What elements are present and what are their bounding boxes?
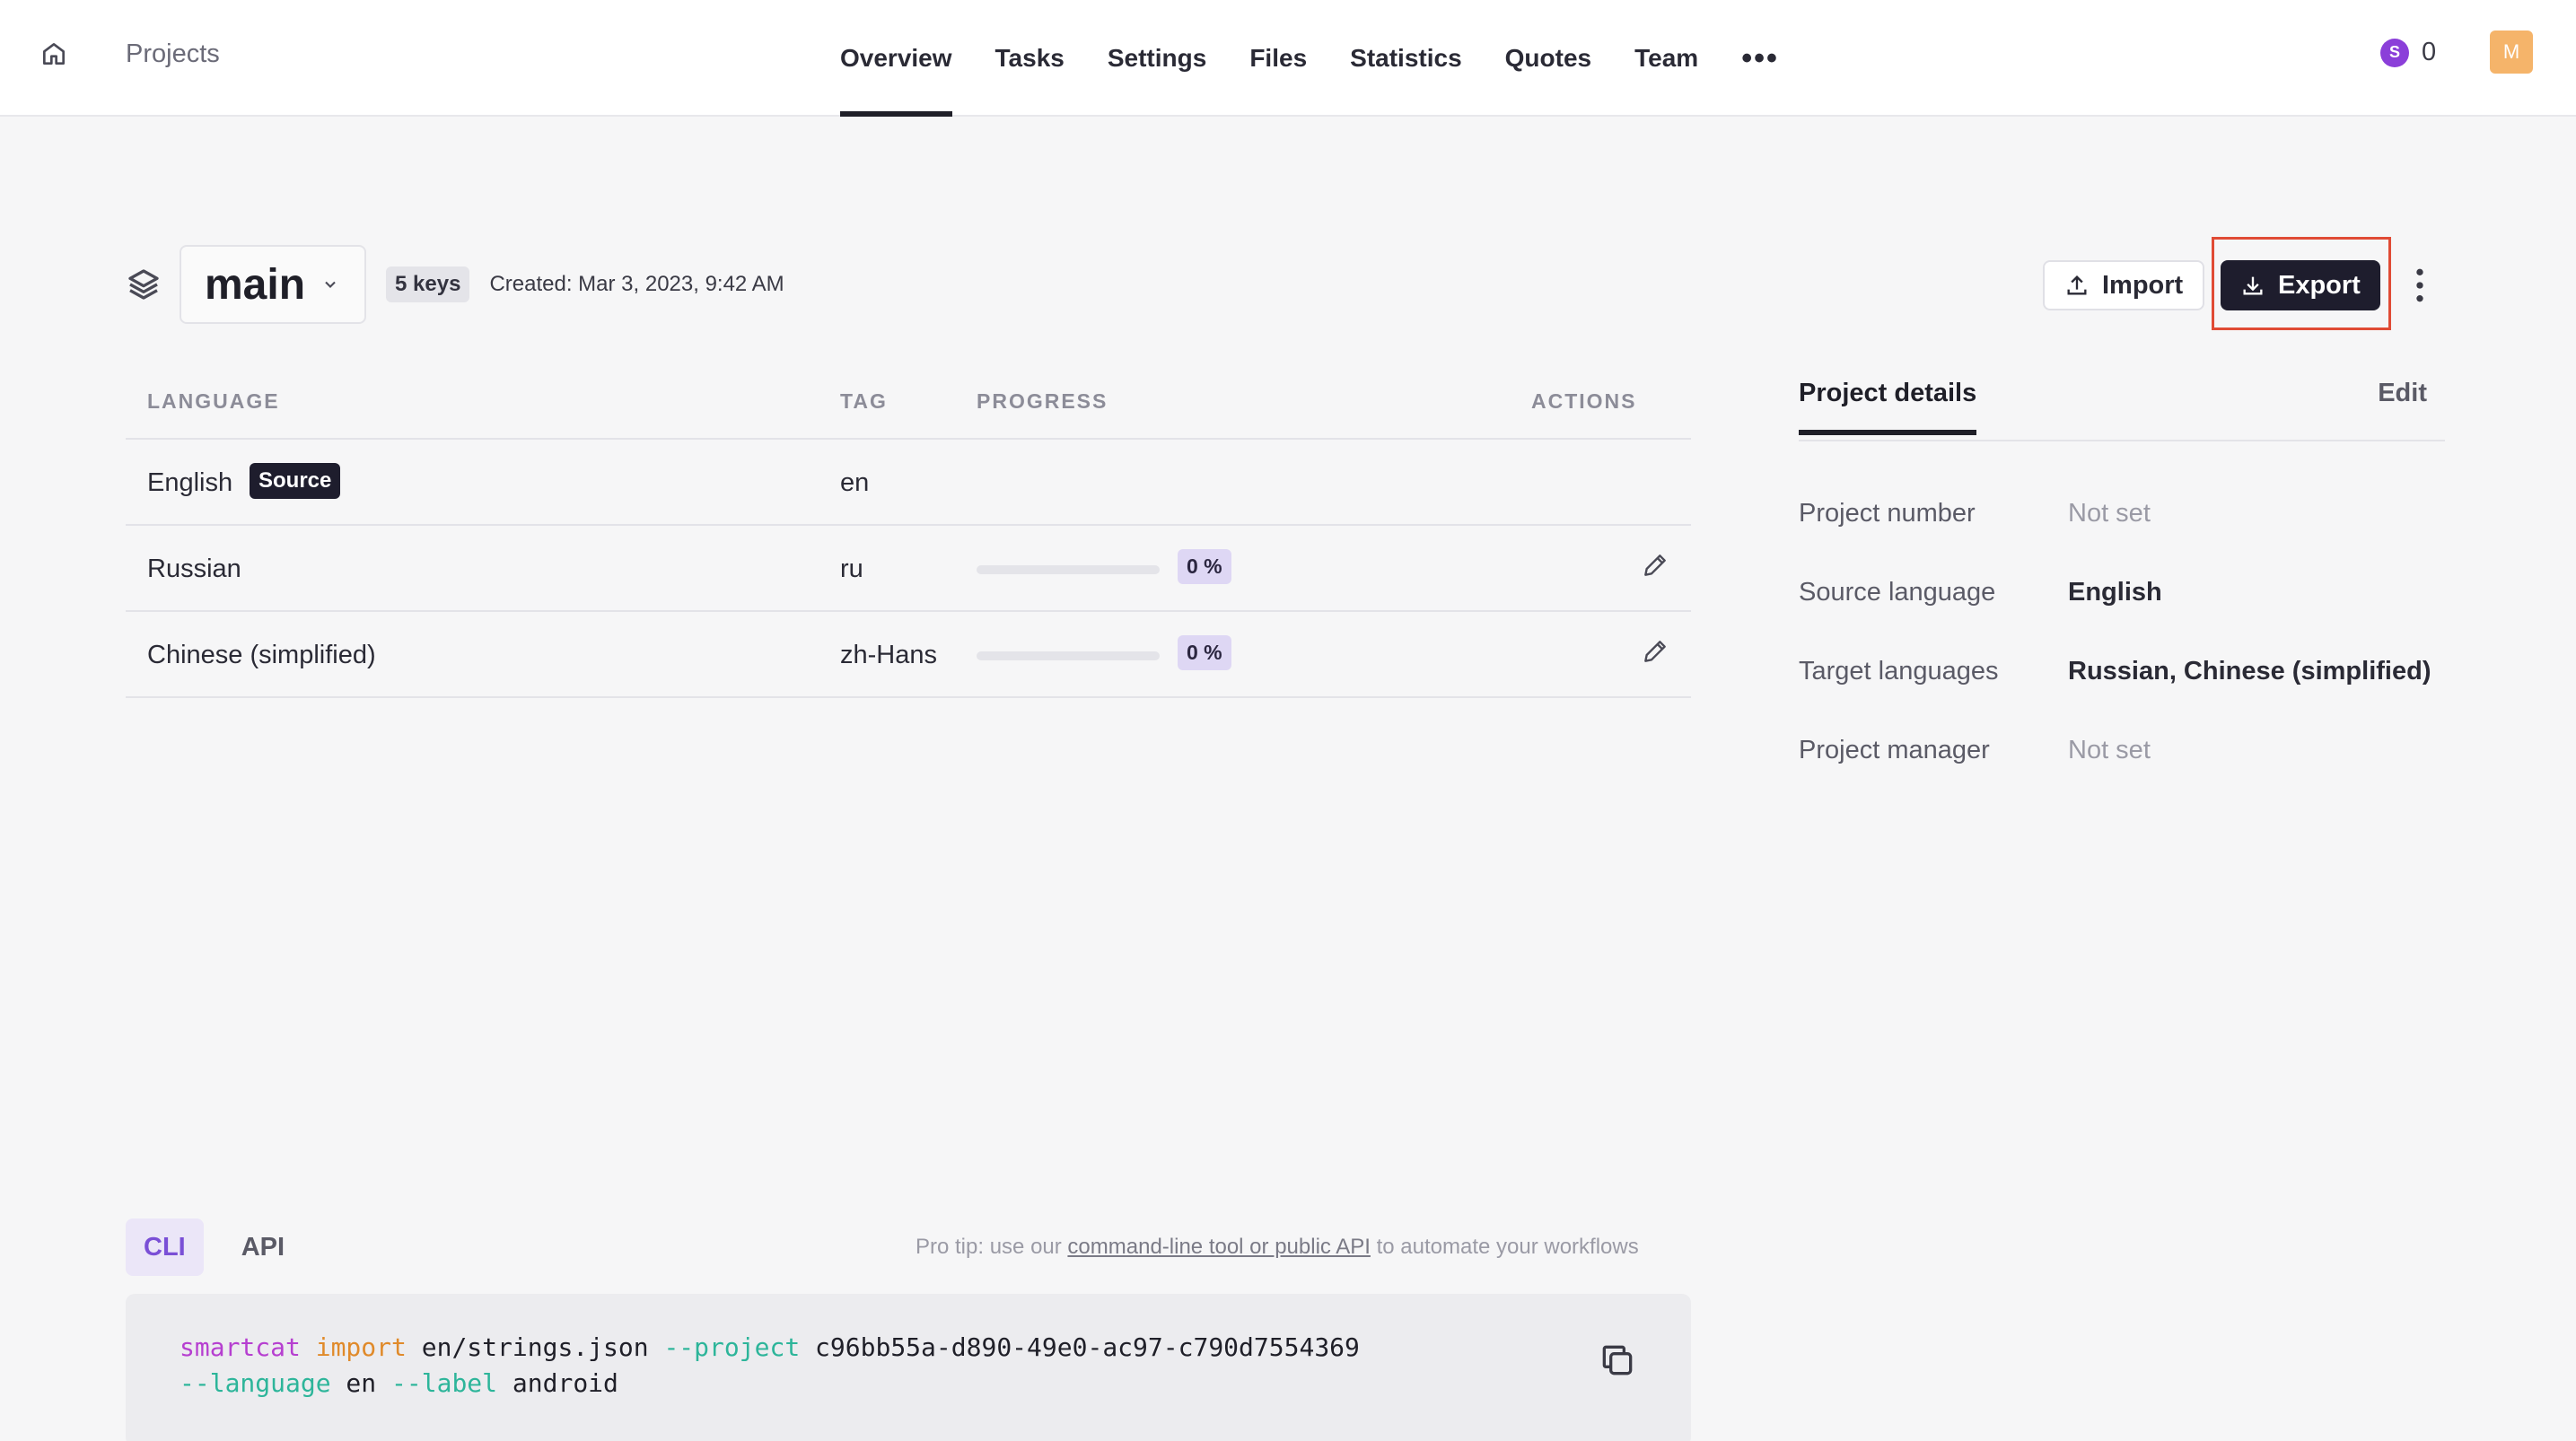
tab-api[interactable]: API: [223, 1218, 302, 1276]
progress-percent: 0 %: [1178, 549, 1231, 584]
tab-tasks[interactable]: Tasks: [995, 0, 1065, 117]
progress-bar: [977, 565, 1160, 574]
languages-table: LANGUAGE TAG PROGRESS ACTIONS English So…: [126, 368, 1691, 698]
code-cmd: smartcat: [180, 1332, 301, 1362]
protip-link[interactable]: command-line tool or public API: [1067, 1235, 1371, 1259]
tab-settings[interactable]: Settings: [1108, 0, 1206, 117]
home-icon[interactable]: [39, 39, 68, 68]
detail-value: English: [2068, 578, 2162, 607]
tab-overview[interactable]: Overview: [840, 0, 952, 117]
header-tag: TAG: [840, 389, 888, 413]
language-tag: ru: [840, 555, 863, 583]
table-row[interactable]: English Source en: [126, 440, 1691, 526]
project-details-panel: Project details Edit Project number Not …: [1799, 368, 2445, 764]
tab-statistics[interactable]: Statistics: [1350, 0, 1462, 117]
protip-suffix: to automate your workflows: [1370, 1235, 1639, 1259]
progress-bar: [977, 651, 1160, 660]
layers-icon: [128, 269, 159, 300]
detail-value: Not set: [2068, 499, 2151, 528]
code-snippet: smartcat import en/strings.json --projec…: [126, 1294, 1691, 1441]
progress-percent: 0 %: [1178, 635, 1231, 670]
avatar[interactable]: M: [2490, 31, 2533, 74]
detail-label: Target languages: [1799, 657, 1999, 686]
source-badge: Source: [250, 463, 341, 499]
download-icon: [2243, 276, 2263, 295]
edit-icon[interactable]: [1641, 637, 1669, 666]
copy-icon[interactable]: [1598, 1341, 1637, 1380]
code-language: en: [330, 1368, 392, 1398]
code-flag-language: --language: [180, 1368, 331, 1398]
pro-tip: Pro tip: use our command-line tool or pu…: [916, 1235, 1639, 1260]
table-row[interactable]: Russian ru 0 %: [126, 526, 1691, 612]
details-header: Project details Edit: [1799, 368, 2445, 441]
chevron-down-icon: [325, 281, 336, 288]
code-project-id: c96bb55a-d890-49e0-ac97-c790d7554369: [800, 1332, 1360, 1362]
code-flag-label: --label: [391, 1368, 498, 1398]
detail-label: Project number: [1799, 499, 1976, 528]
code-file: en/strings.json: [406, 1332, 664, 1362]
export-button[interactable]: Export: [2221, 260, 2380, 310]
edit-details-button[interactable]: Edit: [2378, 379, 2427, 408]
export-label: Export: [2278, 270, 2361, 300]
upload-icon: [2067, 275, 2087, 295]
table-header: LANGUAGE TAG PROGRESS ACTIONS: [126, 368, 1691, 440]
main-nav: Overview Tasks Settings Files Statistics…: [840, 0, 1779, 117]
automation-tabs: CLI API: [126, 1218, 302, 1276]
protip-prefix: Pro tip: use our: [916, 1235, 1068, 1259]
tab-files[interactable]: Files: [1249, 0, 1307, 117]
code-flag-project: --project: [663, 1332, 801, 1362]
tab-quotes[interactable]: Quotes: [1505, 0, 1591, 117]
code-subcommand: import: [315, 1332, 407, 1362]
language-name: Russian: [147, 555, 241, 583]
header-language: LANGUAGE: [147, 389, 280, 413]
keys-count-badge: 5 keys: [386, 266, 470, 302]
header-actions: ACTIONS: [1531, 389, 1637, 413]
language-name: English: [147, 468, 233, 497]
code-label: android: [497, 1368, 618, 1398]
top-bar: Projects Overview Tasks Settings Files S…: [0, 0, 2576, 117]
language-tag: zh-Hans: [840, 641, 937, 669]
detail-value: Not set: [2068, 736, 2151, 764]
credits-indicator[interactable]: S 0: [2380, 38, 2436, 67]
detail-value: Russian, Chinese (simplified): [2068, 657, 2431, 686]
credit-value: 0: [2422, 38, 2437, 66]
cli-command: smartcat import en/strings.json --projec…: [180, 1330, 1360, 1402]
tab-cli[interactable]: CLI: [126, 1218, 204, 1276]
language-tag: en: [840, 468, 870, 497]
created-date: Created: Mar 3, 2023, 9:42 AM: [489, 272, 784, 296]
edit-icon[interactable]: [1641, 551, 1669, 580]
language-name: Chinese (simplified): [147, 641, 376, 669]
branch-header: main 5 keys Created: Mar 3, 2023, 9:42 A…: [126, 244, 784, 325]
kebab-menu-icon[interactable]: [2409, 266, 2431, 305]
tab-team[interactable]: Team: [1634, 0, 1698, 117]
detail-label: Project manager: [1799, 736, 1990, 764]
header-progress: PROGRESS: [977, 389, 1108, 413]
import-button[interactable]: Import: [2043, 260, 2205, 310]
more-menu-icon[interactable]: •••: [1741, 0, 1779, 117]
detail-label: Source language: [1799, 578, 1996, 607]
branch-selector[interactable]: main: [180, 245, 367, 324]
breadcrumb-projects[interactable]: Projects: [126, 39, 220, 69]
import-label: Import: [2102, 270, 2184, 300]
branch-name: main: [205, 260, 306, 309]
credit-icon: S: [2380, 38, 2409, 67]
tab-project-details[interactable]: Project details: [1799, 379, 1977, 435]
table-row[interactable]: Chinese (simplified) zh-Hans 0 %: [126, 612, 1691, 698]
